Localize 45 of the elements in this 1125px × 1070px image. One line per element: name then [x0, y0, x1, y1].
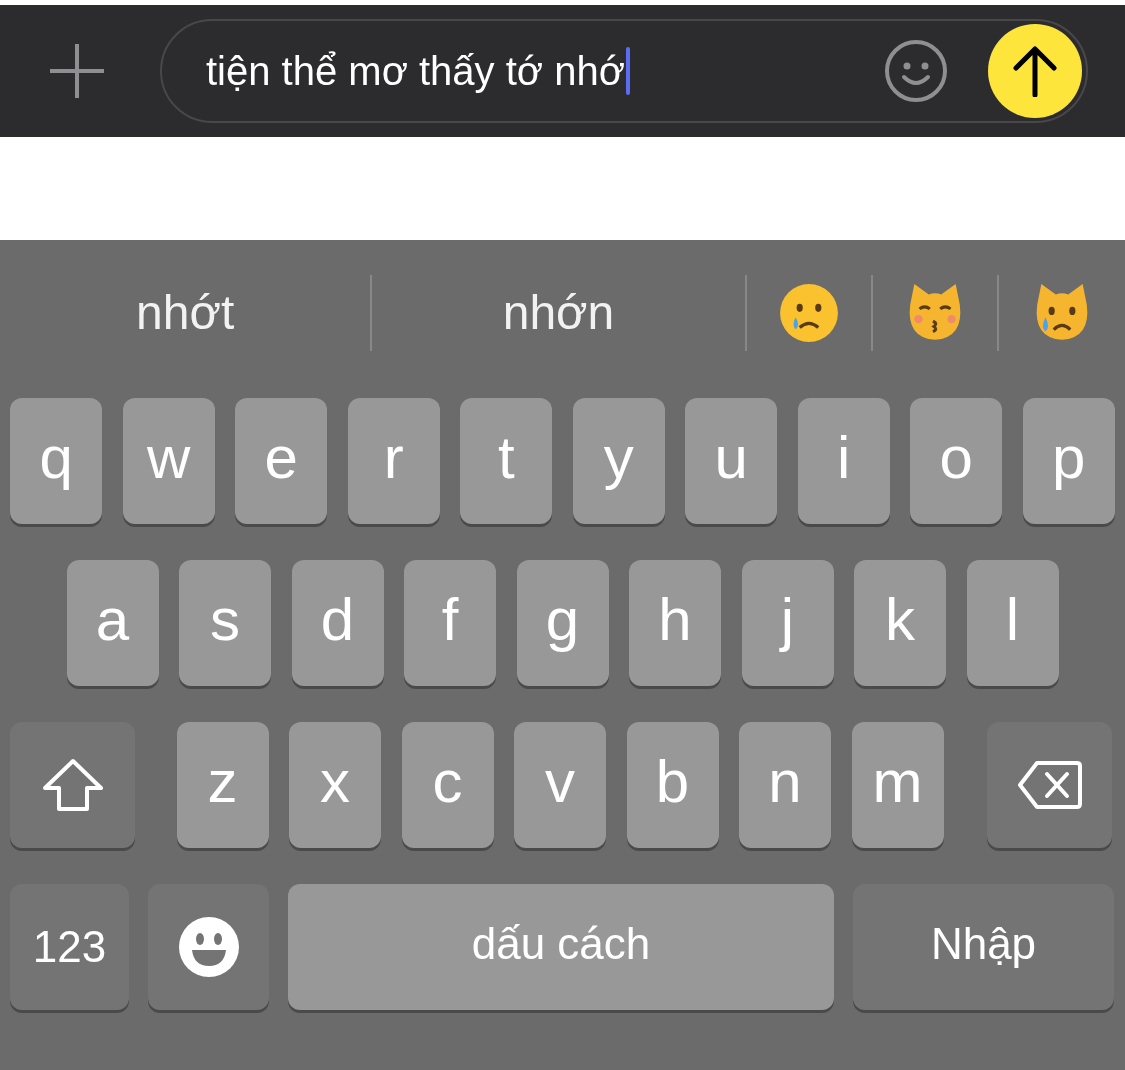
shift-key[interactable] — [10, 722, 135, 848]
delete-key[interactable] — [987, 722, 1112, 848]
space-key[interactable]: dấu cách — [288, 884, 834, 1010]
letter-key[interactable]: l — [966, 560, 1059, 686]
letter-key[interactable]: p — [1022, 398, 1115, 524]
emoji-key[interactable] — [148, 884, 269, 1010]
plus-icon[interactable] — [48, 42, 106, 100]
text-cursor — [625, 47, 630, 95]
message-field[interactable]: tiện thể mơ thấy tớ nhớ — [160, 19, 1088, 123]
letter-key[interactable]: t — [460, 398, 553, 524]
letter-key[interactable]: r — [347, 398, 440, 524]
message-text: tiện thể mơ thấy tớ nhớ — [206, 47, 884, 95]
letter-key[interactable]: g — [516, 560, 609, 686]
letter-key[interactable]: k — [854, 560, 946, 686]
letter-key[interactable]: m — [851, 722, 944, 848]
crying-face-icon — [777, 281, 840, 344]
backspace-icon — [1016, 760, 1083, 810]
letter-key[interactable]: e — [235, 398, 328, 524]
letter-key[interactable]: j — [741, 560, 834, 686]
letter-key[interactable]: q — [10, 398, 103, 524]
up-arrow-icon — [1012, 45, 1058, 97]
smiley-icon — [177, 916, 240, 978]
shift-icon — [41, 758, 104, 812]
letter-key[interactable]: f — [404, 560, 496, 686]
letter-key[interactable]: h — [629, 560, 721, 686]
suggestion-word[interactable]: nhớt — [136, 285, 235, 340]
letter-key[interactable]: x — [289, 722, 381, 848]
letter-key[interactable]: n — [739, 722, 831, 848]
letter-key[interactable]: i — [797, 398, 890, 524]
letter-key[interactable]: u — [685, 398, 778, 524]
letter-key[interactable]: w — [122, 398, 215, 524]
send-button[interactable] — [988, 24, 1082, 118]
smiley-icon[interactable] — [884, 39, 948, 103]
letter-key[interactable]: s — [179, 560, 271, 686]
letter-key[interactable]: d — [291, 560, 384, 686]
numbers-key[interactable]: 123 — [10, 884, 129, 1010]
letter-key[interactable]: z — [176, 722, 269, 848]
suggestion-word[interactable]: nhớn — [502, 285, 615, 340]
letter-key[interactable]: o — [910, 398, 1003, 524]
letter-key[interactable]: b — [626, 722, 719, 848]
letter-key[interactable]: y — [572, 398, 665, 524]
letter-key[interactable]: v — [514, 722, 606, 848]
return-key[interactable]: Nhập — [853, 884, 1114, 1010]
letter-key[interactable]: c — [401, 722, 494, 848]
letter-key[interactable]: a — [66, 560, 159, 686]
